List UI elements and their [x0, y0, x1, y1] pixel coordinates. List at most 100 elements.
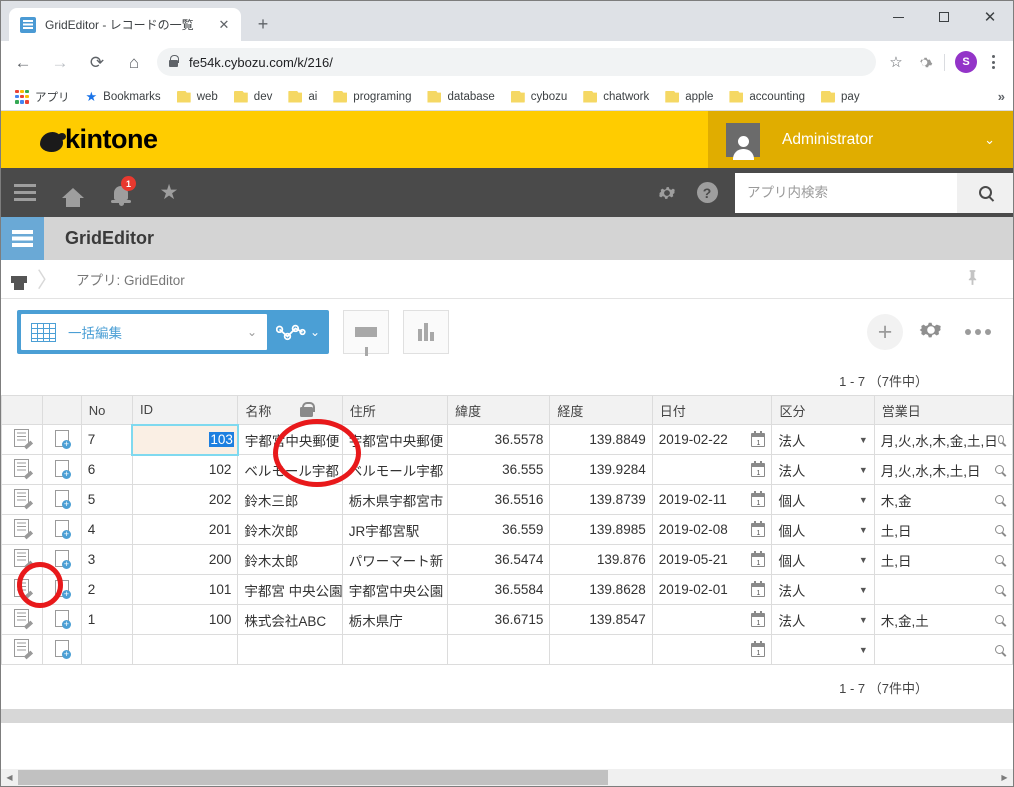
cell-latitude[interactable]: 36.5474 [447, 544, 551, 575]
edit-record-icon[interactable] [14, 579, 30, 597]
edit-record-icon[interactable] [14, 459, 30, 477]
cell-business-days[interactable]: 月,火,水,木,土,日 [873, 454, 1014, 485]
calendar-icon[interactable]: 1 [751, 520, 766, 537]
cell-business-days[interactable]: 月,火,水,木,金,土,日 [873, 424, 1014, 455]
bookmark-web[interactable]: web [169, 86, 226, 108]
kintone-logo[interactable]: kintone [40, 124, 158, 155]
scroll-left-arrow-icon[interactable]: ◀ [1, 769, 18, 786]
cell-id-editing[interactable]: 103 [131, 423, 239, 456]
bookmark-ai[interactable]: ai [280, 86, 325, 108]
edit-record-icon[interactable] [14, 639, 30, 657]
bookmark-programing[interactable]: programing [325, 86, 419, 108]
scrollbar-thumb[interactable] [18, 770, 608, 785]
cell-business-days[interactable] [873, 574, 1014, 605]
edit-record-icon-cell[interactable] [1, 544, 43, 575]
new-tab-button[interactable]: + [249, 10, 277, 38]
calendar-icon[interactable]: 1 [751, 610, 766, 627]
duplicate-record-icon-cell[interactable] [41, 574, 82, 605]
bookmark-chatwork[interactable]: chatwork [575, 86, 657, 108]
edit-record-icon[interactable] [14, 609, 30, 627]
cell-date[interactable]: 2019-02-08 1 [651, 514, 773, 545]
kebab-menu-icon[interactable] [981, 55, 1005, 69]
cell-longitude[interactable]: 139.8628 [549, 574, 653, 605]
bookmark-bookmarks[interactable]: ★ Bookmarks [78, 86, 169, 108]
app-settings-gear-icon[interactable] [919, 318, 943, 347]
search-input[interactable] [747, 185, 945, 200]
cell-latitude[interactable]: 36.555 [447, 454, 551, 485]
edit-record-icon[interactable] [14, 429, 30, 447]
table-row[interactable]: 7 103 宇都宮中央郵便 宇都宮中央郵便 36.5578 139.8849 2… [1, 423, 1014, 456]
cell-date[interactable]: 2019-02-01 1 [651, 574, 773, 605]
cell-name[interactable]: 宇都宮中央郵便 [237, 424, 343, 455]
notifications-bell-icon[interactable]: 1 [97, 168, 145, 217]
filter-button[interactable] [343, 310, 389, 356]
edit-record-icon-cell[interactable] [1, 574, 43, 605]
cell-type[interactable]: ▼ [771, 634, 875, 665]
scrollbar-track[interactable] [18, 769, 996, 786]
browser-tab[interactable]: GridEditor - レコードの一覧 ✕ [9, 8, 241, 41]
cell-address[interactable]: 栃木県宇都宮市 [341, 484, 449, 515]
cell-business-days[interactable]: 木,金,土 [873, 604, 1014, 635]
gear-extension-icon[interactable] [910, 48, 938, 76]
duplicate-record-icon[interactable] [51, 547, 71, 569]
cell-address[interactable]: 宇都宮中央公園 [341, 574, 449, 605]
cell-latitude[interactable]: 36.6715 [447, 604, 551, 635]
bookmarks-overflow-icon[interactable]: » [998, 89, 1005, 104]
edit-record-icon-cell[interactable] [1, 454, 43, 485]
bookmark-star-icon[interactable]: ☆ [882, 48, 910, 76]
cell-longitude[interactable]: 139.876 [549, 544, 653, 575]
lookup-search-icon[interactable] [995, 465, 1004, 474]
lookup-search-icon[interactable] [995, 525, 1004, 534]
bookmark-pay[interactable]: pay [813, 86, 868, 108]
cell-id[interactable]: 100 [131, 604, 239, 635]
cell-latitude[interactable]: 36.559 [447, 514, 551, 545]
cell-name[interactable]: ベルモール宇都 [237, 454, 343, 485]
duplicate-record-icon[interactable] [51, 517, 71, 539]
cell-date[interactable]: 2019-02-22 1 [651, 424, 773, 455]
duplicate-record-icon[interactable] [51, 577, 71, 599]
cell-business-days[interactable]: 木,金 [873, 484, 1014, 515]
duplicate-record-icon-cell[interactable] [41, 544, 82, 575]
lookup-search-icon[interactable] [995, 585, 1004, 594]
calendar-icon[interactable]: 1 [751, 460, 766, 477]
chevron-down-icon[interactable]: ▼ [859, 525, 868, 535]
table-row-new[interactable]: 1 ▼ [1, 634, 1014, 665]
edit-record-icon-cell[interactable] [1, 424, 43, 455]
reload-icon[interactable]: ⟳ [83, 48, 111, 76]
breadcrumb-home-icon[interactable] [1, 275, 37, 290]
app-search-box[interactable] [735, 172, 957, 213]
edit-record-icon[interactable] [14, 549, 30, 567]
lookup-search-icon[interactable] [995, 555, 1004, 564]
lookup-search-icon[interactable] [997, 435, 1004, 444]
address-bar[interactable]: fe54k.cybozu.com/k/216/ [157, 48, 876, 76]
scroll-right-arrow-icon[interactable]: ▶ [996, 769, 1013, 786]
nav-home-icon[interactable] [49, 168, 97, 217]
chevron-down-icon[interactable]: ⌄ [310, 325, 320, 339]
chevron-down-icon[interactable]: ▼ [859, 585, 868, 595]
cell-name[interactable]: 鈴木三郎 [237, 484, 343, 515]
cell-longitude[interactable]: 139.8985 [549, 514, 653, 545]
cell-type[interactable]: 法人 ▼ [771, 424, 875, 455]
cell-date[interactable]: 1 [651, 454, 773, 485]
cell-address[interactable]: 栃木県庁 [341, 604, 449, 635]
bookmark-apple[interactable]: apple [657, 86, 721, 108]
cell-id[interactable]: 202 [131, 484, 239, 515]
cell-name[interactable]: 鈴木次郎 [237, 514, 343, 545]
cell-longitude[interactable] [549, 634, 653, 665]
bookmark-accounting[interactable]: accounting [721, 86, 813, 108]
duplicate-record-icon-cell[interactable] [41, 604, 82, 635]
calendar-icon[interactable]: 1 [751, 550, 766, 567]
cell-id[interactable] [131, 634, 239, 665]
maximize-button[interactable] [921, 1, 967, 33]
help-icon[interactable]: ? [687, 168, 727, 217]
duplicate-record-icon[interactable] [51, 637, 71, 659]
hamburger-menu-icon[interactable] [1, 168, 49, 217]
edit-record-icon-cell[interactable] [1, 484, 43, 515]
table-row[interactable]: 2 101 宇都宮 中央公園 宇都宮中央公園 36.5584 139.8628 … [1, 574, 1014, 605]
user-menu[interactable]: Administrator ⌄ [708, 111, 1013, 168]
table-row[interactable]: 3 200 鈴木太郎 パワーマート新 36.5474 139.876 2019-… [1, 544, 1014, 575]
home-icon[interactable]: ⌂ [120, 48, 148, 76]
cell-type[interactable]: 法人 ▼ [771, 574, 875, 605]
chevron-down-icon[interactable]: ⌄ [247, 325, 257, 339]
duplicate-record-icon[interactable] [51, 607, 71, 629]
